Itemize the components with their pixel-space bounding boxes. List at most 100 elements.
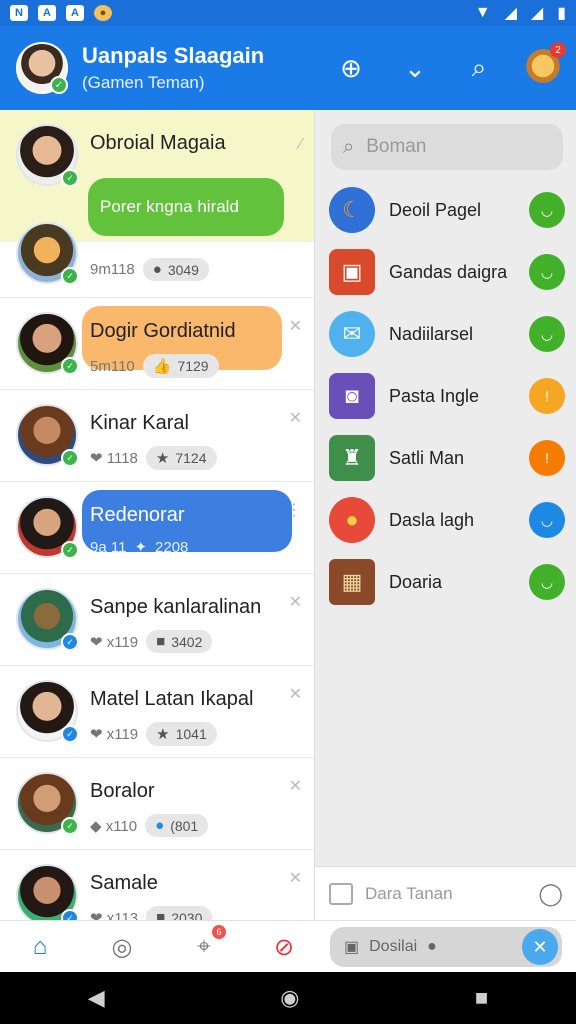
chat-name: Obroial Magaia bbox=[90, 132, 226, 154]
signal-icon: ◢ bbox=[504, 5, 517, 22]
search-icon: ⌕ bbox=[343, 135, 355, 158]
chevron-down-icon[interactable]: ⌄ bbox=[398, 51, 432, 85]
drawer-item-label: Gandas daigra bbox=[389, 261, 508, 282]
home-icon[interactable]: ⌂ bbox=[22, 929, 58, 965]
avatar: ✓ bbox=[16, 222, 79, 285]
star-icon: ★ bbox=[155, 450, 170, 467]
status-dot-icon: ◡ bbox=[529, 254, 565, 290]
avatar: ✓ bbox=[16, 772, 79, 835]
chat-name: Sanpe kanlaralinan bbox=[90, 596, 262, 618]
folder-icon bbox=[329, 882, 353, 905]
chat-row-2[interactable]: ✓ 9m118 ● 3049 bbox=[0, 220, 314, 298]
drawer-item-label: Satli Man bbox=[389, 447, 465, 468]
message-count: 9a 11 bbox=[90, 538, 127, 556]
online-icon: ✓ bbox=[61, 817, 79, 835]
gift-icon: ■ bbox=[156, 909, 166, 920]
online-icon: ✓ bbox=[61, 357, 79, 375]
message-count: 5m110 bbox=[90, 357, 135, 375]
drawer-footer[interactable]: Dara Tanan ◯ bbox=[315, 866, 576, 920]
online-icon: ✓ bbox=[61, 909, 79, 920]
gift-icon: ■ bbox=[156, 633, 166, 650]
pin-icon[interactable]: ⁄ bbox=[299, 136, 302, 154]
close-icon[interactable]: ✕ bbox=[289, 776, 302, 796]
chat-row-6[interactable]: ✓ Sanpe kanlaralinan ❤ x119 ■ 3402 ✕ bbox=[0, 574, 314, 666]
online-check-icon: ✓ bbox=[50, 76, 68, 94]
moon-icon: ☾ bbox=[329, 187, 375, 233]
chat-name: Redenorar bbox=[90, 504, 185, 526]
avatar: ✓ bbox=[16, 496, 79, 559]
mail-icon: ✉ bbox=[329, 311, 375, 357]
chat-row-8[interactable]: ✓ Boralor ◆ x110 ● (801 ✕ bbox=[0, 758, 314, 850]
chat-icon[interactable]: ◯ bbox=[538, 881, 563, 907]
coin-icon: ● bbox=[152, 261, 162, 278]
nav-badge: 6 bbox=[212, 925, 226, 939]
attach-icon[interactable]: ⌖ 6 bbox=[186, 925, 226, 965]
more-icon[interactable]: ⋮ bbox=[286, 500, 302, 520]
recents-icon[interactable]: ■ bbox=[475, 985, 488, 1011]
message-count: ❤ 1118 bbox=[90, 450, 138, 467]
drawer-item-label: Deoil Pagel bbox=[389, 199, 482, 220]
status-dot-icon: ◡ bbox=[529, 316, 565, 352]
drawer-item-label: Nadiilarsel bbox=[389, 323, 474, 344]
drawer-item-6[interactable]: ● Dasla lagh ◡ bbox=[329, 492, 565, 548]
score-value: 2208 bbox=[155, 538, 189, 556]
drawer-item-1[interactable]: ☾ Deoil Pagel ◡ bbox=[329, 182, 565, 238]
system-nav: ◀ ◉ ■ bbox=[0, 972, 576, 1024]
avatar: ✓ bbox=[16, 312, 79, 375]
close-icon[interactable]: ✕ bbox=[289, 316, 302, 336]
sparkle-icon: ✦ bbox=[134, 539, 148, 556]
fab-icon[interactable]: ✕ bbox=[522, 929, 558, 965]
game-icon: ▣ bbox=[344, 939, 360, 956]
drawer-item-4[interactable]: ◙ Pasta Ingle ! bbox=[329, 368, 565, 424]
online-icon: ✓ bbox=[61, 633, 79, 651]
profile-avatar[interactable]: ✓ bbox=[16, 42, 68, 94]
close-icon[interactable]: ✕ bbox=[289, 684, 302, 704]
compose-bar[interactable]: ▣ Dosilai ● ✕ bbox=[330, 927, 562, 967]
chat-row-4[interactable]: ✓ Kinar Karal ❤ 1118 ★ 7124 ✕ bbox=[0, 390, 314, 482]
character-icon: ♜ bbox=[329, 435, 375, 481]
avatar: ✓ bbox=[16, 588, 79, 651]
home-system-icon[interactable]: ◉ bbox=[280, 985, 299, 1011]
drawer-search[interactable]: ⌕ Boman bbox=[331, 124, 563, 170]
drawer-item-3[interactable]: ✉ Nadiilarsel ◡ bbox=[329, 306, 565, 362]
drop-icon: ● bbox=[155, 817, 165, 834]
close-icon[interactable]: ✕ bbox=[289, 408, 302, 428]
online-icon: ✓ bbox=[61, 267, 79, 285]
score-pill: 👍 7129 bbox=[142, 354, 219, 378]
star-icon: ★ bbox=[156, 726, 170, 743]
battery-icon: ▮ bbox=[557, 5, 566, 22]
score-pill: ★ 7124 bbox=[145, 446, 217, 470]
chat-row-3[interactable]: ✓ Dogir Gordiatnid 5m110 👍 7129 ✕ bbox=[0, 298, 314, 390]
avatar: ✓ bbox=[16, 124, 79, 187]
status-dot-icon: ◡ bbox=[529, 564, 565, 600]
score-pill: ● 3049 bbox=[142, 258, 209, 281]
status-dot-icon: ◡ bbox=[529, 192, 565, 228]
character-nav-icon[interactable]: ◎ bbox=[104, 929, 140, 965]
drawer-item-5[interactable]: ♜ Satli Man ! bbox=[329, 430, 565, 486]
search-icon[interactable]: ⌕ bbox=[462, 51, 496, 85]
drawer-item-7[interactable]: ▦ Doaria ◡ bbox=[329, 554, 565, 610]
mascot-button[interactable]: 2 bbox=[526, 42, 566, 88]
status-icon-3: A bbox=[66, 5, 84, 21]
block-icon[interactable]: ⊘ bbox=[266, 929, 302, 965]
back-icon[interactable]: ◀ bbox=[88, 985, 105, 1011]
message-count: ❤ x113 bbox=[90, 909, 139, 921]
close-icon[interactable]: ✕ bbox=[289, 592, 302, 612]
notification-badge: 2 bbox=[550, 42, 566, 58]
status-icon-1: N bbox=[10, 5, 28, 21]
online-icon: ✓ bbox=[61, 449, 79, 467]
online-icon: ✓ bbox=[61, 169, 79, 187]
mascot-icon: 2 bbox=[526, 42, 566, 88]
thumbs-up-icon: 👍 bbox=[152, 358, 172, 375]
chat-row-5[interactable]: ✓ Redenorar 9a 11 ✦ 2208 ⋮ bbox=[0, 482, 314, 574]
chat-row-7[interactable]: ✓ Matel Latan Ikapal ❤ x119 ★ 1041 ✕ bbox=[0, 666, 314, 758]
app-drawer: ⌕ Boman ☾ Deoil Pagel ◡ ▣ Gandas daigra … bbox=[314, 110, 576, 920]
close-icon[interactable]: ✕ bbox=[289, 868, 302, 888]
chat-name: Kinar Karal bbox=[90, 412, 189, 434]
chat-row-9[interactable]: ✓ Samale ❤ x113 ■ 2030 ✕ bbox=[0, 850, 314, 920]
drawer-item-2[interactable]: ▣ Gandas daigra ◡ bbox=[329, 244, 565, 300]
score-pill: ■ 2030 bbox=[146, 906, 213, 920]
compass-icon[interactable]: ⊕ bbox=[334, 51, 368, 85]
chat-name: Matel Latan Ikapal bbox=[90, 688, 254, 710]
app-title: Uanpals Slaagain bbox=[82, 43, 265, 68]
